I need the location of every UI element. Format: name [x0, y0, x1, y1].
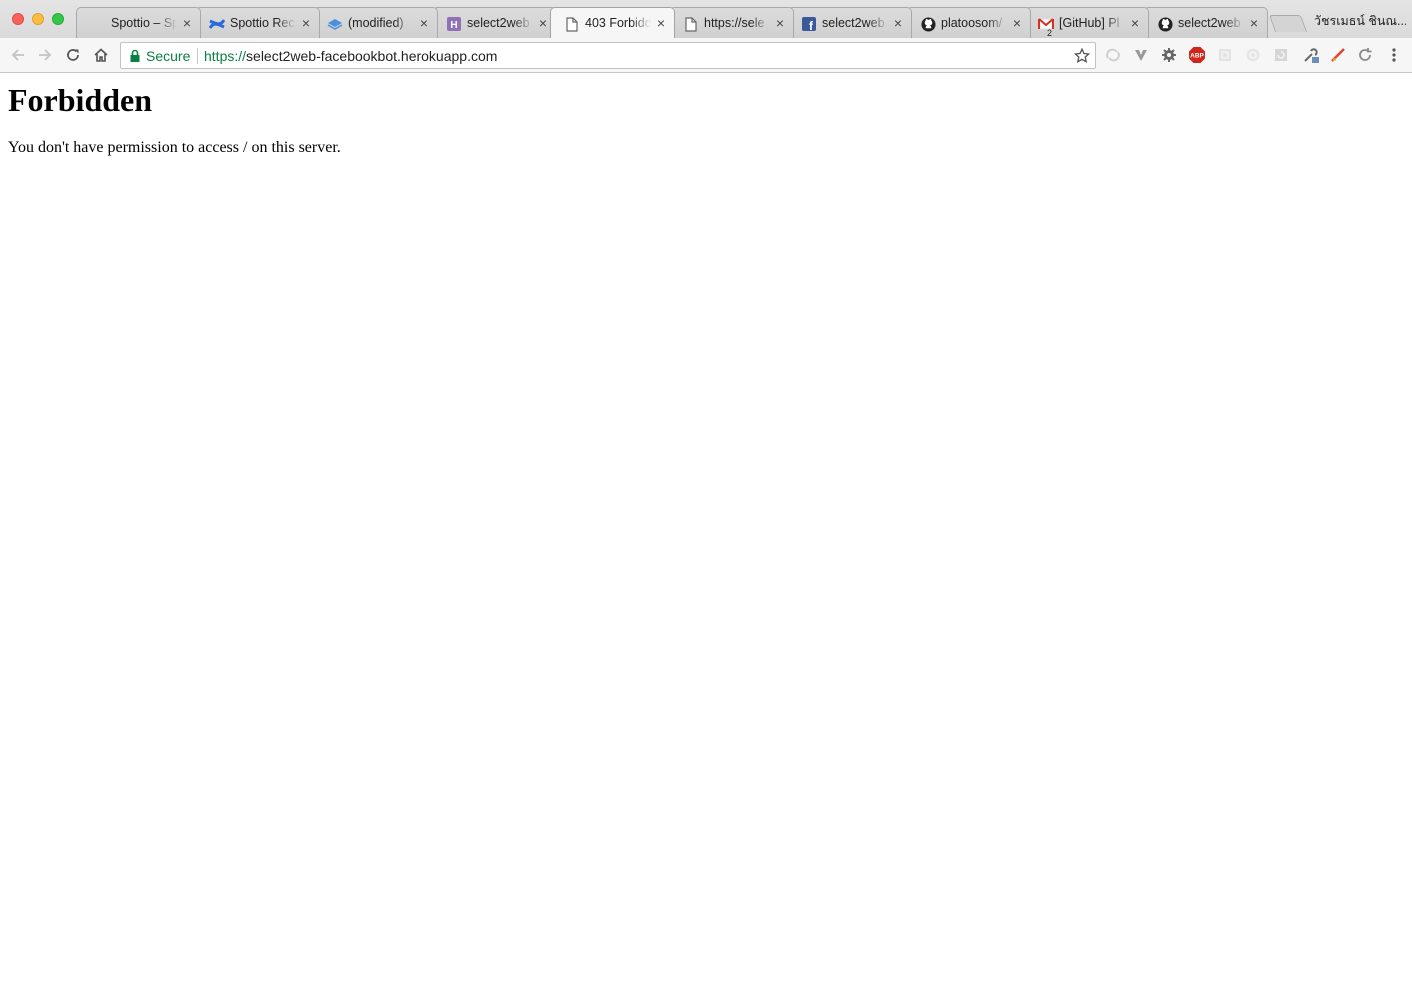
url-host: select2web-facebookbot.herokuapp.com	[246, 48, 498, 64]
feather-pen-icon[interactable]	[1329, 46, 1347, 64]
gmail-badge: 2	[1047, 28, 1053, 38]
tab-title: select2web	[822, 16, 885, 30]
edge-sync-icon[interactable]	[1104, 46, 1122, 64]
svg-text:H: H	[450, 20, 457, 31]
tab[interactable]: https://sele ×	[669, 7, 794, 38]
wrench-tools-icon[interactable]	[1302, 46, 1320, 64]
document-icon	[683, 16, 699, 32]
spottio-crescent-icon	[90, 16, 106, 32]
home-button[interactable]	[90, 44, 112, 66]
browser-toolbar: Secure https://select2web-facebookbot.he…	[0, 38, 1412, 73]
new-tab-button[interactable]	[1268, 15, 1308, 32]
tab-close-icon[interactable]: ×	[417, 15, 431, 31]
tab[interactable]: Spottio – Sp ×	[76, 7, 201, 38]
tab[interactable]: 2 [GitHub] Pl ×	[1024, 7, 1149, 38]
tab-title: Spottio Rec	[230, 16, 295, 30]
home-icon	[94, 48, 108, 62]
tab-close-icon[interactable]: ×	[1247, 15, 1261, 31]
tab[interactable]: Hselect2web ×	[432, 7, 557, 38]
tab-close-icon[interactable]: ×	[1128, 15, 1142, 31]
tab-close-icon[interactable]: ×	[536, 15, 550, 31]
tab-title: [GitHub] Pl	[1059, 16, 1120, 30]
github-icon	[920, 16, 936, 32]
extension-circle-icon[interactable]	[1244, 46, 1262, 64]
gmail-icon: 2	[1038, 16, 1054, 38]
gear-extension-icon[interactable]	[1160, 46, 1178, 64]
bookmark-star-icon[interactable]	[1073, 47, 1091, 65]
window-minimize-button[interactable]	[32, 13, 44, 25]
tab-close-icon[interactable]: ×	[773, 15, 787, 31]
menu-button[interactable]	[1385, 46, 1403, 64]
facebook-icon: f	[801, 16, 817, 32]
tab[interactable]: platoosom/ ×	[906, 7, 1031, 38]
tab[interactable]: Spottio Rec ×	[195, 7, 320, 38]
profile-name[interactable]: วัชรเมธน์ ชินณ...	[1314, 11, 1406, 29]
tab-title: https://sele	[704, 16, 765, 30]
github-icon	[1157, 16, 1173, 32]
tab-close-icon[interactable]: ×	[1010, 15, 1024, 31]
extension-square-icon[interactable]	[1272, 46, 1290, 64]
security-label[interactable]: Secure	[146, 48, 190, 64]
tab-title: select2web	[1178, 16, 1241, 30]
tab-title: 403 Forbidden	[585, 16, 651, 30]
tab-strip: Spottio – Sp × Spottio Rec × (modified) × Hsel…	[0, 0, 1412, 38]
window-maximize-button[interactable]	[52, 13, 64, 25]
tab-title: platoosom/	[941, 16, 1003, 30]
tab-close-icon[interactable]: ×	[654, 15, 668, 31]
tab-title: select2web	[467, 16, 530, 30]
address-divider	[197, 48, 198, 64]
arrow-left-icon	[11, 49, 24, 61]
tab-title: (modified)	[348, 16, 404, 30]
url-text[interactable]: https://select2web-facebookbot.herokuapp…	[204, 48, 497, 64]
stack-layers-icon	[327, 16, 343, 32]
refresh-extension-icon[interactable]	[1356, 46, 1374, 64]
tab-title: Spottio – Sp	[111, 16, 177, 30]
address-bar[interactable]: Secure https://select2web-facebookbot.he…	[120, 42, 1096, 69]
tab-close-icon[interactable]: ×	[891, 15, 905, 31]
back-button[interactable]	[7, 44, 29, 66]
reload-button[interactable]	[62, 44, 84, 66]
confluence-icon	[209, 16, 225, 32]
extension-grid-icon[interactable]	[1216, 46, 1234, 64]
kebab-menu-icon	[1392, 48, 1396, 62]
tab-close-icon[interactable]: ×	[180, 15, 194, 31]
page-message: You don't have permission to access / on…	[8, 139, 341, 156]
adblock-label: ABP	[1190, 53, 1204, 60]
document-icon	[564, 16, 580, 32]
tab-close-icon[interactable]: ×	[299, 15, 313, 31]
tab[interactable]: (modified) ×	[313, 7, 438, 38]
forward-button[interactable]	[34, 44, 56, 66]
tab[interactable]: f select2web ×	[787, 7, 912, 38]
tab-active[interactable]: 403 Forbidden ×	[550, 7, 675, 38]
heroku-icon: H	[446, 16, 462, 32]
window-close-button[interactable]	[12, 13, 24, 25]
vimium-icon[interactable]	[1132, 46, 1150, 64]
tab[interactable]: select2web ×	[1143, 7, 1268, 38]
lock-icon	[130, 49, 140, 62]
url-scheme: https://	[204, 48, 247, 64]
adblock-plus-icon[interactable]: ABP	[1188, 46, 1206, 64]
page-content: Forbidden You don't have permission to a…	[0, 74, 1412, 982]
arrow-right-icon	[39, 49, 52, 61]
page-heading: Forbidden	[8, 82, 153, 118]
reload-icon	[67, 49, 79, 61]
